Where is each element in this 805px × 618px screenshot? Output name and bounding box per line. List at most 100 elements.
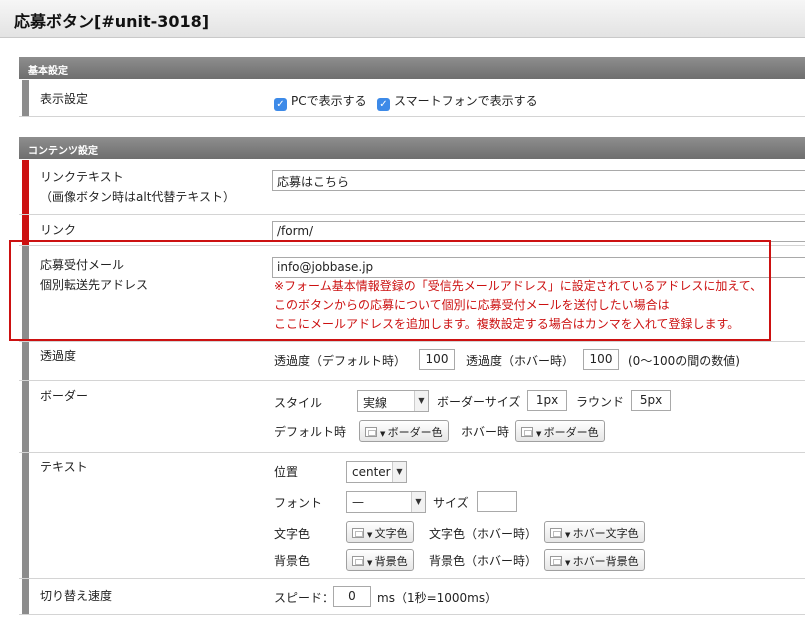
text-size-label: サイズ: [433, 496, 469, 510]
link-text-input[interactable]: 応募はこちら: [272, 170, 805, 191]
speed-field-label: スピード：: [274, 591, 335, 605]
row-indicator: [22, 381, 29, 452]
chevron-down-icon: ▼: [414, 391, 428, 411]
chevron-down-icon: ▼: [536, 430, 544, 438]
opacity-default-label: 透過度（デフォルト時）: [274, 354, 407, 368]
speed-label: 切り替え速度: [40, 589, 113, 603]
text-size-input[interactable]: [477, 491, 517, 512]
mail-label: 応募受付メール: [40, 258, 125, 272]
text-color-label: 文字色: [274, 527, 311, 541]
border-hover-color-button-label: ボーダー色: [543, 426, 599, 439]
border-label: ボーダー: [40, 389, 89, 403]
border-color-button[interactable]: ▼ ボーダー色: [359, 420, 449, 442]
border-style-select[interactable]: 実線 ▼: [357, 390, 429, 412]
color-swatch-icon: [365, 427, 377, 437]
text-label: テキスト: [40, 460, 88, 474]
chevron-down-icon: ▼: [380, 430, 388, 438]
row-indicator: [22, 453, 29, 578]
text-hover-color-button-label: ホバー文字色: [572, 527, 639, 540]
row-indicator: [22, 342, 29, 380]
mail-note: ※フォーム基本情報登録の「受信先メールアドレス」に設定されているアドレスに加えて…: [274, 277, 762, 334]
speed-row: 切り替え速度 スピード： 0 ms（1秒=1000ms）: [19, 579, 805, 615]
text-font-value: —: [352, 495, 364, 509]
color-swatch-icon: [521, 427, 533, 437]
text-hover-color-button[interactable]: ▼ ホバー文字色: [544, 521, 645, 543]
text-color-button[interactable]: ▼ 文字色: [346, 521, 414, 543]
link-text-sublabel: （画像ボタン時はalt代替テキスト）: [40, 190, 236, 204]
border-default-label: デフォルト時: [274, 425, 347, 439]
text-position-label: 位置: [274, 465, 299, 479]
link-input[interactable]: /form/: [272, 221, 805, 242]
border-size-label: ボーダーサイズ: [437, 395, 521, 409]
link-text-row: リンクテキスト （画像ボタン時はalt代替テキスト） 応募はこちら: [19, 160, 805, 215]
border-round-input[interactable]: 5px: [631, 390, 671, 411]
link-text-label-group: リンクテキスト （画像ボタン時はalt代替テキスト）: [40, 167, 235, 207]
text-color-hover-label: 文字色（ホバー時）: [429, 527, 538, 541]
text-row: テキスト 位置 center ▼ フォント — ▼ サイズ 文字色 ▼ 文字色 …: [19, 453, 805, 579]
display-settings-label: 表示設定: [40, 92, 89, 106]
chevron-down-icon: ▼: [367, 559, 375, 567]
link-text-label: リンクテキスト: [40, 170, 124, 184]
mail-label-group: 応募受付メール 個別転送先アドレス: [40, 255, 148, 295]
link-label: リンク: [40, 223, 77, 237]
border-row: ボーダー スタイル 実線 ▼ ボーダーサイズ 1px ラウンド 5px デフォル…: [19, 381, 805, 453]
checkmark-icon: ✓: [377, 98, 390, 111]
opacity-label: 透過度: [40, 349, 77, 363]
text-font-label: フォント: [274, 496, 323, 510]
opacity-hover-input[interactable]: 100: [583, 349, 619, 370]
checkmark-icon: ✓: [274, 98, 287, 111]
color-swatch-icon: [550, 556, 562, 566]
row-indicator: [22, 80, 29, 116]
pc-checkbox[interactable]: ✓ PCで表示する: [274, 92, 367, 111]
link-row: リンク /form/: [19, 215, 805, 246]
opacity-hover-label: 透過度（ホバー時）: [466, 354, 575, 368]
border-hover-label: ホバー時: [461, 425, 510, 439]
border-size-input[interactable]: 1px: [527, 390, 567, 411]
speed-input[interactable]: 0: [333, 586, 371, 607]
bg-hover-color-button-label: ホバー背景色: [572, 555, 639, 568]
bg-color-hover-label: 背景色（ホバー時）: [429, 554, 538, 568]
text-position-value: center: [352, 465, 391, 479]
color-swatch-icon: [352, 556, 364, 566]
mail-address-input[interactable]: info@jobbase.jp: [272, 257, 805, 278]
border-style-value: 実線: [363, 396, 388, 410]
display-settings-row: 表示設定 ✓ PCで表示する ✓ スマートフォンで表示する: [19, 80, 805, 117]
bg-color-label: 背景色: [274, 554, 311, 568]
mail-sublabel: 個別転送先アドレス: [40, 278, 149, 292]
opacity-row: 透過度 透過度（デフォルト時） 100 透過度（ホバー時） 100 (0〜100…: [19, 342, 805, 381]
color-swatch-icon: [352, 528, 364, 538]
row-indicator: [22, 579, 29, 614]
speed-unit: ms（1秒=1000ms）: [377, 591, 498, 605]
pc-checkbox-label: PCで表示する: [291, 94, 367, 108]
text-position-select[interactable]: center ▼: [346, 461, 407, 483]
text-color-button-label: 文字色: [374, 527, 408, 540]
border-color-button-label: ボーダー色: [387, 426, 443, 439]
mail-note-line: ※フォーム基本情報登録の「受信先メールアドレス」に設定されているアドレスに加えて…: [274, 279, 763, 293]
chevron-down-icon: ▼: [565, 559, 573, 567]
required-indicator: [22, 215, 29, 245]
chevron-down-icon: ▼: [392, 462, 406, 482]
border-round-label: ラウンド: [576, 395, 625, 409]
bg-color-button-label: 背景色: [374, 555, 408, 568]
border-style-label: スタイル: [274, 396, 323, 410]
bg-color-button[interactable]: ▼ 背景色: [346, 549, 414, 571]
title-bar: 応募ボタン[#unit-3018]: [0, 0, 805, 38]
required-indicator: [22, 160, 29, 214]
content-settings-header: コンテンツ設定: [19, 137, 805, 159]
opacity-default-input[interactable]: 100: [419, 349, 455, 370]
mail-note-line: このボタンからの応募について個別に応募受付メールを送付したい場合は: [274, 298, 670, 312]
page-title: 応募ボタン[#unit-3018]: [14, 12, 210, 31]
row-indicator: [22, 246, 29, 341]
border-hover-color-button[interactable]: ▼ ボーダー色: [515, 420, 605, 442]
chevron-down-icon: ▼: [367, 531, 375, 539]
chevron-down-icon: ▼: [565, 531, 573, 539]
mail-note-line: ここにメールアドレスを追加します。複数設定する場合はカンマを入れて登録します。: [274, 317, 740, 331]
smartphone-checkbox-label: スマートフォンで表示する: [394, 94, 538, 108]
text-font-select[interactable]: — ▼: [346, 491, 426, 513]
opacity-range-note: (0〜100の間の数値): [628, 354, 740, 368]
bg-hover-color-button[interactable]: ▼ ホバー背景色: [544, 549, 645, 571]
smartphone-checkbox[interactable]: ✓ スマートフォンで表示する: [377, 92, 538, 111]
color-swatch-icon: [550, 528, 562, 538]
basic-settings-header: 基本設定: [19, 57, 805, 79]
chevron-down-icon: ▼: [411, 492, 425, 512]
